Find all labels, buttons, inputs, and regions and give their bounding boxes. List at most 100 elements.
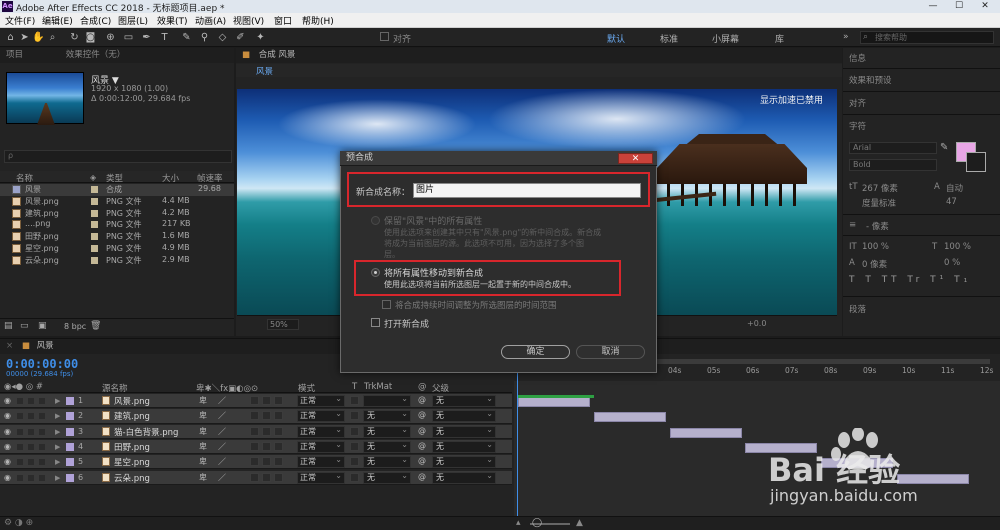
workspace-default[interactable]: 默认	[607, 32, 625, 45]
menu-animation[interactable]: 动画(A)	[195, 14, 226, 27]
lock-toggle[interactable]	[38, 427, 46, 436]
trash-icon[interactable]: 🗑	[90, 321, 101, 331]
blend-mode-dropdown[interactable]: 正常	[297, 440, 345, 453]
parent-dropdown[interactable]: 无	[432, 440, 496, 453]
audio-toggle[interactable]	[16, 397, 24, 405]
layer-duration-bar[interactable]	[594, 412, 667, 423]
vertical-scale-value[interactable]: 100 %	[862, 242, 889, 252]
eye-icon[interactable]: ◉	[4, 458, 12, 466]
panel-effects-presets[interactable]: 效果和预设	[849, 74, 892, 86]
baseline-value[interactable]: 0 像素	[862, 258, 887, 270]
expand-arrow-icon[interactable]: ▶	[55, 412, 60, 420]
project-item[interactable]: 风景 合成 29.68	[0, 184, 234, 196]
expand-arrow-icon[interactable]: ▶	[55, 474, 60, 482]
tab-timeline-comp[interactable]: 风景	[37, 341, 54, 351]
stroke-color-swatch[interactable]	[966, 152, 986, 172]
layer-label-color[interactable]	[66, 427, 74, 436]
parent-dropdown[interactable]: 无	[432, 455, 496, 469]
adjustment-switch[interactable]	[274, 426, 283, 436]
workspace-more-icon[interactable]: »	[843, 32, 849, 42]
effect-switch[interactable]	[250, 457, 259, 467]
solo-toggle[interactable]	[27, 427, 35, 436]
motion-blur-switch[interactable]	[262, 411, 271, 421]
menu-help[interactable]: 帮助(H)	[302, 14, 334, 27]
menu-effect[interactable]: 效果(T)	[157, 14, 188, 27]
preserve-transparency-checkbox[interactable]	[350, 411, 359, 421]
menu-edit[interactable]: 编辑(E)	[42, 14, 73, 27]
adjustment-switch[interactable]	[274, 457, 283, 467]
rotate-tool-icon[interactable]: ↻	[68, 31, 81, 44]
trackmat-dropdown[interactable]: 无	[363, 425, 411, 438]
col-source-name[interactable]: 源名称	[102, 382, 128, 394]
solo-toggle[interactable]	[27, 397, 35, 405]
expand-arrow-icon[interactable]: ▶	[55, 428, 60, 436]
kerning-value[interactable]: 度量标准	[862, 197, 896, 209]
label-color[interactable]	[91, 186, 98, 193]
layer-name[interactable]: 星空.png	[114, 456, 150, 468]
motion-blur-switch[interactable]	[262, 472, 271, 482]
zoom-out-icon[interactable]: ▴	[516, 518, 521, 528]
col-fps[interactable]: 帧速率	[197, 172, 223, 184]
tsume-value[interactable]: 0 %	[944, 258, 960, 268]
panel-character[interactable]: 字符	[849, 120, 866, 132]
clone-stamp-tool-icon[interactable]: ⚲	[198, 31, 211, 44]
selection-tool-icon[interactable]: ➤	[18, 31, 31, 44]
font-style-dropdown[interactable]: Bold	[849, 159, 937, 171]
lock-toggle[interactable]	[38, 473, 46, 482]
blend-mode-dropdown[interactable]: 正常	[297, 425, 345, 438]
audio-toggle[interactable]	[16, 458, 24, 467]
blend-mode-dropdown[interactable]: 正常	[297, 409, 345, 423]
home-icon[interactable]: ⌂	[4, 31, 17, 44]
effect-switch[interactable]	[250, 411, 259, 421]
preserve-transparency-checkbox[interactable]	[350, 457, 359, 467]
menu-view[interactable]: 视图(V)	[233, 14, 264, 27]
parent-pickwhip-icon[interactable]: @	[418, 426, 426, 435]
expand-arrow-icon[interactable]: ▶	[55, 443, 60, 451]
workspace-standard[interactable]: 标准	[660, 32, 678, 45]
motion-blur-switch[interactable]	[262, 426, 271, 436]
project-item[interactable]: 云朵.png PNG 文件 2.9 MB	[0, 255, 234, 267]
search-help-input[interactable]: 搜索帮助	[860, 31, 994, 44]
eye-icon[interactable]: ◉	[4, 473, 12, 482]
eraser-tool-icon[interactable]: ◇	[216, 31, 229, 44]
shy-switch-icon[interactable]: 卑	[199, 395, 207, 406]
label-color[interactable]	[91, 233, 98, 241]
project-item[interactable]: 建筑.png PNG 文件 4.2 MB	[0, 208, 234, 220]
solo-toggle[interactable]	[27, 442, 35, 451]
parent-dropdown[interactable]: 无	[432, 425, 496, 438]
col-parent[interactable]: 父级	[432, 382, 449, 394]
roto-brush-tool-icon[interactable]: ✐	[234, 31, 247, 44]
timeline-layer-row[interactable]: ◉ ▶ 3 猫-白色背景.png 卑 ／ 正常 无 @ 无	[0, 424, 512, 439]
project-search-input[interactable]: ρ	[4, 150, 232, 163]
menu-window[interactable]: 窗口	[274, 14, 292, 27]
parent-pickwhip-icon[interactable]: @	[418, 456, 426, 465]
label-color[interactable]	[91, 221, 98, 229]
camera-tool-icon[interactable]: ◙	[84, 31, 97, 44]
label-color[interactable]	[91, 197, 98, 205]
eye-icon[interactable]: ◉	[4, 427, 12, 436]
parent-dropdown[interactable]: 无	[432, 471, 496, 484]
zoom-tool-icon[interactable]: ⌕	[46, 31, 59, 44]
trackmat-dropdown[interactable]: 无	[363, 471, 411, 484]
adjustment-switch[interactable]	[274, 411, 283, 421]
eye-icon[interactable]: ◉	[4, 412, 12, 420]
puppet-tool-icon[interactable]: ✦	[254, 31, 267, 44]
timeline-layer-row[interactable]: ◉ ▶ 6 云朵.png 卑 ／ 正常 无 @ 无	[0, 470, 512, 485]
col-name[interactable]: 名称	[16, 172, 33, 184]
hand-tool-icon[interactable]: ✋	[32, 31, 45, 44]
parent-pickwhip-icon[interactable]: @	[418, 472, 426, 481]
close-button[interactable]: ✕	[972, 0, 998, 13]
layer-label-color[interactable]	[66, 397, 74, 405]
new-composition-icon[interactable]: ▣	[38, 321, 47, 331]
adjustment-switch[interactable]	[274, 396, 283, 405]
snap-checkbox[interactable]	[380, 32, 389, 41]
panel-paragraph[interactable]: 段落	[849, 303, 866, 315]
expand-arrow-icon[interactable]: ▶	[55, 397, 60, 405]
trackmat-dropdown[interactable]	[363, 394, 411, 407]
timeline-layer-row[interactable]: ◉ ▶ 2 建筑.png 卑 ／ 正常 无 @ 无	[0, 409, 512, 424]
horizontal-scale-value[interactable]: 100 %	[944, 242, 971, 252]
ok-button[interactable]: 确定	[501, 345, 570, 359]
blend-mode-dropdown[interactable]: 正常	[297, 394, 345, 407]
menu-file[interactable]: 文件(F)	[5, 14, 35, 27]
blend-mode-dropdown[interactable]: 正常	[297, 455, 345, 469]
